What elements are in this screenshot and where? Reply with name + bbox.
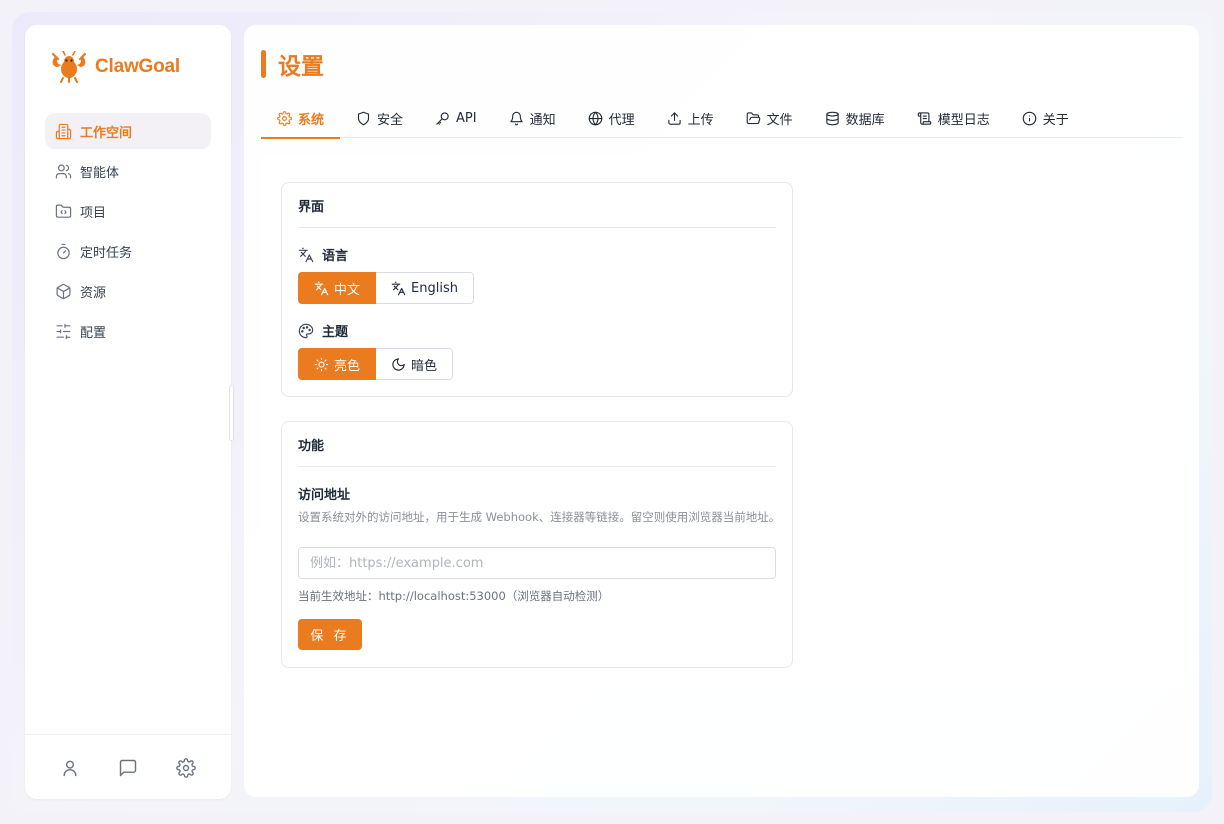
tab-proxy[interactable]: 代理 (572, 99, 651, 138)
languages-icon (391, 281, 406, 295)
page-header: 设置 (261, 47, 324, 81)
moon-icon (392, 357, 405, 371)
theme-option-light[interactable]: 亮色 (298, 348, 377, 380)
sidebar-item-resources[interactable]: 资源 (45, 273, 211, 309)
sidebar-nav: 工作空间 智能体 项目 定时任务 资源 配置 (45, 113, 211, 353)
feature-card: 功能 访问地址 设置系统对外的访问地址，用于生成 Webhook、连接器等链接。… (281, 421, 793, 668)
sidebar-item-label: 工作空间 (80, 125, 133, 141)
key-icon (436, 112, 449, 125)
sidebar-item-workspace[interactable]: 工作空间 (45, 113, 211, 149)
language-selector: 中文 English (298, 272, 474, 304)
tab-about[interactable]: 关于 (1006, 99, 1085, 138)
theme-selector: 亮色 暗色 (298, 348, 454, 380)
sliders-icon (56, 323, 71, 339)
folder-icon (55, 204, 72, 218)
tab-label: 数据库 (845, 113, 885, 128)
chat-icon (119, 759, 137, 777)
title-accent-bar (261, 50, 266, 78)
sidebar-item-config[interactable]: 配置 (45, 313, 211, 349)
globe-icon (588, 111, 602, 126)
access-url-label: 访问地址 (298, 488, 351, 503)
sidebar-item-label: 智能体 (80, 165, 120, 181)
app-name: ClawGoal (95, 56, 180, 77)
tab-api[interactable]: API (419, 99, 493, 138)
palette-icon (298, 323, 314, 338)
scroll-icon (917, 112, 931, 125)
sidebar-item-projects[interactable]: 项目 (45, 193, 211, 229)
save-button[interactable]: 保 存 (298, 619, 362, 650)
main-panel: 设置 系统 安全 API 通知 代理 上传 文件 数据库 模型日志 关于 界面 … (244, 25, 1199, 797)
timer-icon (57, 243, 70, 259)
tab-label: API (456, 111, 477, 126)
bell-icon (509, 111, 523, 126)
page-title: 设置 (278, 54, 324, 80)
user-icon (63, 760, 77, 777)
folder-open-icon (746, 112, 760, 125)
language-option-zh[interactable]: 中文 (298, 272, 377, 304)
tab-label: 代理 (608, 113, 635, 128)
language-label: 语言 (298, 245, 348, 264)
current-url-hint: 当前生效地址：http://localhost:53000（浏览器自动检测） (298, 589, 610, 603)
sidebar-item-label: 资源 (80, 285, 107, 301)
tab-label: 上传 (687, 113, 714, 128)
shield-icon (357, 111, 370, 126)
tab-label: 关于 (1042, 113, 1069, 128)
sidebar-item-agents[interactable]: 智能体 (45, 153, 211, 189)
access-url-description: 设置系统对外的访问地址，用于生成 Webhook、连接器等链接。留空则使用浏览器… (298, 510, 781, 524)
sun-icon (314, 357, 329, 371)
app-logo[interactable]: ClawGoal (49, 51, 180, 83)
tab-label: 安全 (377, 113, 404, 128)
theme-label: 主题 (298, 321, 348, 340)
sidebar-item-label: 项目 (80, 205, 107, 221)
tab-model-logs[interactable]: 模型日志 (901, 99, 1006, 138)
info-icon (1022, 111, 1037, 126)
sidebar-item-label: 定时任务 (80, 245, 133, 261)
tab-security[interactable]: 安全 (340, 99, 419, 138)
language-option-en[interactable]: English (376, 272, 474, 304)
profile-button[interactable] (55, 753, 85, 783)
card-title: 功能 (298, 422, 776, 467)
languages-icon (314, 281, 329, 295)
settings-content: 界面 语言 中文 English 主题 亮色 暗色 功能 访问地址 设置系统对外… (261, 154, 1183, 688)
tab-upload[interactable]: 上传 (651, 99, 730, 138)
sidebar-footer (25, 753, 231, 783)
sidebar: ClawGoal 工作空间 智能体 项目 定时任务 资源 配置 (25, 25, 231, 799)
users-icon (55, 164, 72, 178)
database-icon (825, 111, 839, 126)
tab-label: 系统 (298, 113, 325, 128)
upload-icon (667, 112, 681, 125)
tab-label: 模型日志 (937, 113, 990, 128)
sidebar-divider (25, 734, 231, 735)
sidebar-item-scheduled-tasks[interactable]: 定时任务 (45, 233, 211, 269)
sidebar-item-label: 配置 (80, 325, 107, 341)
sidebar-resize-handle[interactable] (229, 385, 234, 441)
tab-files[interactable]: 文件 (730, 99, 809, 138)
gear-icon (277, 111, 292, 126)
box-icon (56, 283, 71, 299)
interface-card: 界面 语言 中文 English 主题 亮色 暗色 (281, 182, 793, 397)
tab-label: 文件 (766, 113, 793, 128)
card-title: 界面 (298, 183, 776, 228)
lobster-logo-icon (51, 51, 87, 83)
building-icon (55, 123, 72, 139)
tab-system[interactable]: 系统 (261, 99, 341, 139)
theme-option-dark[interactable]: 暗色 (376, 348, 454, 380)
settings-tabs: 系统 安全 API 通知 代理 上传 文件 数据库 模型日志 关于 (261, 99, 1183, 139)
chat-button[interactable] (113, 753, 143, 783)
settings-button[interactable] (171, 753, 201, 783)
languages-icon (298, 247, 314, 262)
access-url-input[interactable] (298, 547, 776, 579)
tab-label: 通知 (529, 113, 556, 128)
tab-notifications[interactable]: 通知 (493, 99, 572, 138)
settings-icon (176, 758, 196, 778)
tab-database[interactable]: 数据库 (809, 99, 901, 138)
